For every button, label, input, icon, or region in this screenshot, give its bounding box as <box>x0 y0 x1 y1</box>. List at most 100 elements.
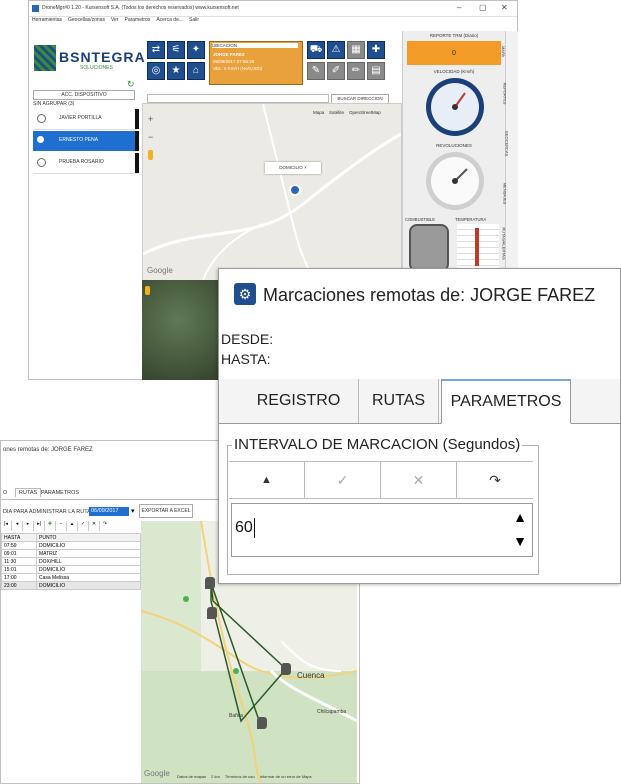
column-hasta[interactable]: HASTA <box>1 533 37 542</box>
pin-tool-icon[interactable]: ✦ <box>187 41 205 59</box>
route-point-marker[interactable] <box>207 607 217 619</box>
device-status-bar <box>135 131 139 151</box>
cancel-record-icon[interactable]: ✕ <box>89 521 100 531</box>
route-point-marker[interactable] <box>281 663 291 675</box>
menu-ver[interactable]: Ver <box>111 17 119 27</box>
close-button[interactable]: ✕ <box>501 3 508 12</box>
layers-tool-icon[interactable]: ▤ <box>367 62 385 80</box>
table-row[interactable]: 15:01 DOMICILIO <box>1 565 141 574</box>
interval-input[interactable]: 60 ▲ ▼ <box>231 503 533 557</box>
logo-subtitle: SOLUCIONES <box>80 65 113 71</box>
device-icon <box>37 114 46 123</box>
alert-tool-icon[interactable]: ⚠ <box>327 41 345 59</box>
menu-acerca[interactable]: Acerca de... <box>156 17 183 27</box>
table-row[interactable]: 07:59 DOMICILIO <box>1 541 141 550</box>
prev-record-icon[interactable]: ◂ <box>12 521 23 531</box>
side-tab[interactable]: MAPA <box>501 46 506 57</box>
logo-mark <box>34 45 56 71</box>
maximize-button[interactable]: ▢ <box>479 3 487 12</box>
home-tool-icon[interactable]: ⌂ <box>187 62 205 80</box>
pegman-icon[interactable] <box>145 286 150 295</box>
interval-nav-bar: ▲ ✓ ✕ ↷ <box>229 461 533 499</box>
app-icon <box>32 5 39 12</box>
column-punto[interactable]: PUNTO <box>36 533 141 542</box>
delete-record-icon[interactable]: − <box>56 521 67 531</box>
pencil-tool-icon[interactable]: ✐ <box>327 62 345 80</box>
arrow-up-icon[interactable]: ▲ <box>229 462 305 498</box>
text-cursor <box>254 518 255 538</box>
date-dropdown-icon[interactable]: ▾ <box>131 507 135 515</box>
tab-parametros[interactable]: PARAMETROS <box>441 379 571 424</box>
spinner-down-button[interactable]: ▼ <box>510 530 530 552</box>
side-tab[interactable]: RUTAS/ALERTAS <box>502 227 507 259</box>
close-icon[interactable]: ✕ <box>381 462 457 498</box>
table-row[interactable]: 11:30 DOX/HILL <box>1 557 141 566</box>
truck-tool-icon[interactable]: ⛟ <box>307 41 325 59</box>
tab-parametros-label: PARAMETROS <box>450 393 562 410</box>
table-row[interactable]: 09:01 MATRIZ <box>1 549 141 558</box>
route-point-marker[interactable] <box>257 717 267 729</box>
address-input[interactable] <box>147 94 329 103</box>
dia-date-input[interactable]: 06/09/2017 <box>89 507 129 516</box>
last-record-icon[interactable]: ▸| <box>34 521 45 531</box>
menu-parametros[interactable]: Parametros <box>125 17 151 27</box>
tab-rutas[interactable]: RUTAS <box>15 488 42 497</box>
refresh-icon[interactable]: ↻ <box>127 79 135 90</box>
menu-geocercas[interactable]: Geocellas/zonas <box>68 17 105 27</box>
device-item[interactable]: PRUEBA ROSARIO <box>33 153 139 174</box>
cell-hasta: 09:01 <box>1 549 37 558</box>
menu-herramientas[interactable]: Herramientas <box>32 17 62 27</box>
table-header: HASTA PUNTO <box>1 533 141 542</box>
refresh-record-icon[interactable]: ↷ <box>100 521 110 531</box>
logo-text: BSNTEGRA <box>59 49 146 65</box>
reporte-value: 0 <box>452 49 456 57</box>
tab-registro[interactable]: REGISTRO <box>239 379 359 423</box>
tab-rutas[interactable]: RUTAS <box>359 379 439 423</box>
map-footer-item[interactable]: Informar de un error de Maps <box>260 774 312 779</box>
first-record-icon[interactable]: |◂ <box>1 521 12 531</box>
dispositivo-button[interactable]: ACC. DISPOSITIVO <box>33 90 135 100</box>
tab-parametros[interactable]: PARAMETROS <box>41 490 79 496</box>
device-item-selected[interactable]: ERNESTO PENA <box>33 131 139 151</box>
check-icon[interactable]: ✓ <box>305 462 381 498</box>
add-record-icon[interactable]: ✚ <box>45 521 56 531</box>
confirm-record-icon[interactable]: ✓ <box>78 521 89 531</box>
tab-registro[interactable]: O <box>3 490 7 496</box>
device-item[interactable]: JAVIER PORTILLA <box>33 109 139 130</box>
settings-tool-icon[interactable]: ✚ <box>367 41 385 59</box>
map-footer-item[interactable]: Términos de uso <box>225 774 255 779</box>
device-list: JAVIER PORTILLA ERNESTO PENA PRUEBA ROSA… <box>33 109 143 179</box>
table-row[interactable]: 23:00 DOMICILIO <box>1 581 141 590</box>
window-gear-icon: ⚙ <box>234 283 256 305</box>
spinner-up-button[interactable]: ▲ <box>510 506 530 528</box>
main-map[interactable]: Mapa Satélite OpenStreetMap + − DOMICILI… <box>142 103 402 281</box>
device-name: JAVIER PORTILLA <box>59 115 102 121</box>
refresh-icon[interactable]: ↷ <box>457 462 533 498</box>
marker-tooltip: DOMICILIO × <box>265 162 321 174</box>
route-point-marker[interactable] <box>205 577 215 589</box>
main-window-title: DroneMgr#0 1.20 - Kursensoft S.A. (Todos… <box>42 5 239 11</box>
route-tool-icon[interactable]: ⇄ <box>147 41 165 59</box>
cell-hasta: 23:00 <box>1 581 37 590</box>
hasta-label: HASTA: <box>221 351 271 367</box>
draw-tool-icon[interactable]: ✏ <box>347 62 365 80</box>
minimize-button[interactable]: – <box>457 3 461 12</box>
side-tab[interactable]: GEOCERCAS <box>504 131 509 157</box>
group-header[interactable]: SIN AGRUPAR (3) <box>33 101 138 108</box>
signal-tool-icon[interactable]: ⚟ <box>167 41 185 59</box>
reporte-box: 0 <box>407 41 501 65</box>
next-record-icon[interactable]: ▸ <box>23 521 34 531</box>
edit-tool-icon[interactable]: ✎ <box>307 62 325 80</box>
side-tab[interactable]: REPORTES <box>502 83 507 105</box>
side-tab[interactable]: MENSAJES <box>502 183 507 205</box>
grid-tool-icon[interactable]: ▦ <box>347 41 365 59</box>
up-record-icon[interactable]: ▴ <box>67 521 78 531</box>
table-row[interactable]: 17:00 Casa Melissa <box>1 573 141 582</box>
cell-hasta: 07:59 <box>1 541 37 550</box>
vehicle-marker-icon[interactable] <box>289 184 301 196</box>
info-line: VEL: 0 Km/H (Nv/0,0Gb) <box>213 66 263 71</box>
globe-tool-icon[interactable]: ◎ <box>147 62 165 80</box>
menu-salir[interactable]: Salir <box>189 17 199 27</box>
star-tool-icon[interactable]: ★ <box>167 62 185 80</box>
export-excel-button[interactable]: EXPORTAR A EXCEL <box>139 504 193 518</box>
